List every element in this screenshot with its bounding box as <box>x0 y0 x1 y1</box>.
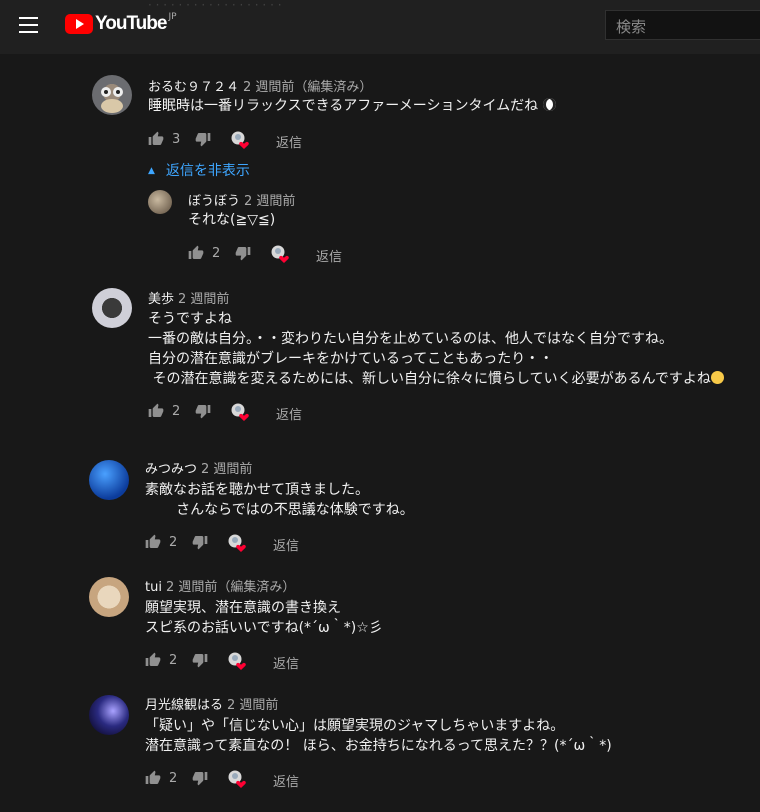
creator-heart-icon <box>270 244 290 264</box>
hamburger-menu-icon[interactable] <box>19 17 38 35</box>
comment-text: 睡眠時は一番リラックスできるアファーメーションタイムだね <box>148 96 556 116</box>
smile-emoji-icon <box>710 371 724 387</box>
search-input[interactable]: 検索 <box>605 10 760 40</box>
reply-time[interactable]: 2 週間前 <box>244 194 295 209</box>
comment-author[interactable]: みつみつ <box>145 462 197 477</box>
comment-header: みつみつ 2 週間前 <box>145 458 252 477</box>
like-icon[interactable] <box>145 652 161 668</box>
comment-actions: 3 返信 <box>148 131 348 151</box>
comment-time[interactable]: 2 週間前 <box>201 462 252 477</box>
youtube-play-icon <box>65 14 93 34</box>
like-icon[interactable] <box>148 403 164 419</box>
comment-time[interactable]: 2 週間前（編集済み） <box>243 80 372 95</box>
like-count: 2 <box>169 771 178 786</box>
logo-region: JP <box>168 12 177 22</box>
creator-heart-icon <box>230 130 250 150</box>
panda-emoji-icon <box>538 98 556 114</box>
dislike-icon[interactable] <box>195 403 211 419</box>
comment-actions: 2 返信 <box>148 403 348 423</box>
reply-button[interactable]: 返信 <box>316 246 342 265</box>
reply-button[interactable]: 返信 <box>273 535 299 554</box>
comment-time[interactable]: 2 週間前 <box>227 698 278 713</box>
like-count: 2 <box>172 404 181 419</box>
dislike-icon[interactable] <box>192 652 208 668</box>
like-count: 2 <box>169 535 178 550</box>
comment-body: 睡眠時は一番リラックスできるアファーメーションタイムだね <box>148 98 539 114</box>
avatar[interactable] <box>92 288 132 328</box>
avatar[interactable] <box>92 75 132 115</box>
like-icon[interactable] <box>148 131 164 147</box>
like-icon[interactable] <box>188 245 204 261</box>
comment-header: 月光線観はる 2 週間前 <box>145 694 278 713</box>
comment-header: おるむ９７２４ 2 週間前（編集済み） <box>148 76 372 95</box>
like-count: 2 <box>212 246 221 261</box>
reply-text: それな(≧▽≦) <box>188 212 276 228</box>
like-icon[interactable] <box>145 534 161 550</box>
comment-actions: 2 返信 <box>145 652 345 672</box>
chevron-up-icon: ▲ <box>148 166 155 176</box>
dislike-icon[interactable] <box>192 770 208 786</box>
comment-text: 素敵なお話を聴かせて頂きました。 さんならではの不思議な体験ですね。 <box>145 482 414 518</box>
avatar[interactable] <box>89 577 129 617</box>
comment-author[interactable]: tui <box>145 580 162 595</box>
comment-text: 願望実現、潜在意識の書き換え スピ系のお話いいですね(*´ω｀*)☆彡 <box>145 600 383 636</box>
reply-author[interactable]: ぼうぼう <box>188 194 240 209</box>
comment-text: そうですよね 一番の敵は自分。・・変わりたい自分を止めているのは、他人ではなく自… <box>148 309 724 389</box>
youtube-logo[interactable]: YouTube JP <box>65 12 177 35</box>
like-count: 2 <box>169 653 178 668</box>
reply-button[interactable]: 返信 <box>276 132 302 151</box>
comment-text: 「疑い」や「信じない心」は願望実現のジャマしちゃいますよね。 潜在意識って素直な… <box>145 718 612 754</box>
reply-avatar[interactable] <box>148 190 172 214</box>
hide-replies-button[interactable]: ▲ 返信を非表示 <box>148 160 250 180</box>
reply-header: ぼうぼう 2 週間前 <box>188 190 295 209</box>
reply-button[interactable]: 返信 <box>273 653 299 672</box>
comment-header: tui 2 週間前（編集済み） <box>145 576 295 595</box>
reply-actions: 2 返信 <box>188 245 388 265</box>
comment-actions: 2 返信 <box>145 534 345 554</box>
comment-time[interactable]: 2 週間前 <box>178 292 229 307</box>
comment-actions: 2 返信 <box>145 770 345 790</box>
comment-body: そうですよね 一番の敵は自分。・・変わりたい自分を止めているのは、他人ではなく自… <box>148 311 711 387</box>
reply-button[interactable]: 返信 <box>276 404 302 423</box>
avatar[interactable] <box>89 695 129 735</box>
dislike-icon[interactable] <box>235 245 251 261</box>
creator-heart-icon <box>227 651 247 671</box>
comment-author[interactable]: おるむ９７２４ <box>148 80 239 95</box>
comment-time[interactable]: 2 週間前（編集済み） <box>166 580 295 595</box>
comment-header: 美歩 2 週間前 <box>148 288 229 307</box>
dislike-icon[interactable] <box>195 131 211 147</box>
dislike-icon[interactable] <box>192 534 208 550</box>
like-count: 3 <box>172 132 181 147</box>
avatar[interactable] <box>89 460 129 500</box>
masthead: · · · · · · · · · · · · · · · · · · YouT… <box>0 0 760 54</box>
logo-text: YouTube <box>95 13 167 34</box>
comment-author[interactable]: 月光線観はる <box>145 698 223 713</box>
like-icon[interactable] <box>145 770 161 786</box>
reply-button[interactable]: 返信 <box>273 771 299 790</box>
hide-replies-label: 返信を非表示 <box>165 163 250 179</box>
avatar-image <box>101 87 123 113</box>
creator-heart-icon <box>227 769 247 789</box>
faded-overlap-text: · · · · · · · · · · · · · · · · · · <box>148 0 282 12</box>
creator-heart-icon <box>230 402 250 422</box>
creator-heart-icon <box>227 533 247 553</box>
comment-author[interactable]: 美歩 <box>148 292 174 307</box>
